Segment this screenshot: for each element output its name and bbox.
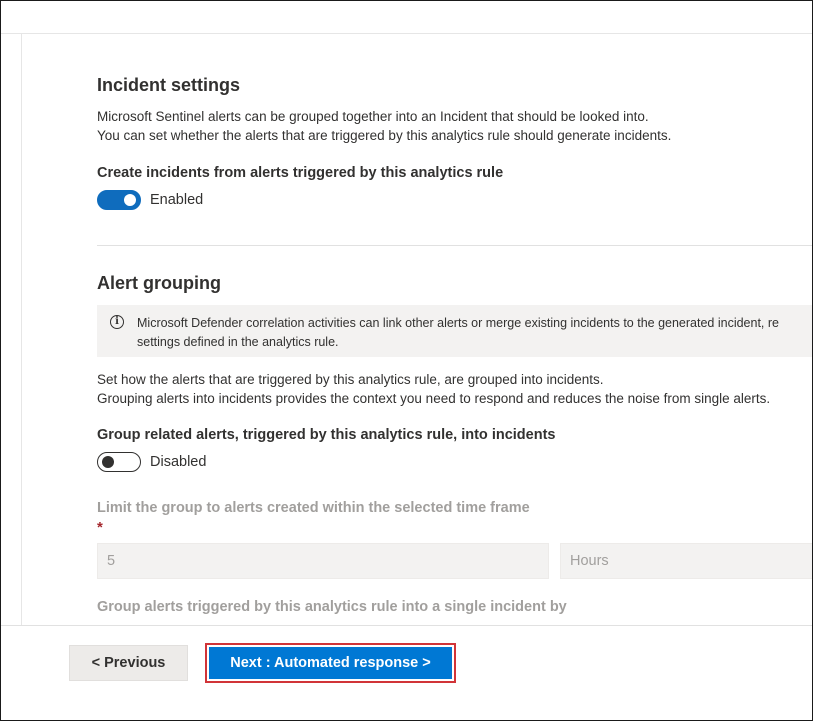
info-banner-text: Microsoft Defender correlation activitie… bbox=[137, 314, 779, 352]
info-banner-line-1: Microsoft Defender correlation activitie… bbox=[137, 316, 779, 330]
group-related-toggle-row: Disabled bbox=[97, 452, 206, 472]
wizard-footer: < Previous Next : Automated response > bbox=[1, 625, 812, 720]
alert-grouping-title: Alert grouping bbox=[97, 273, 221, 293]
group-related-state: Disabled bbox=[150, 454, 207, 470]
time-value-input[interactable]: 5 bbox=[97, 543, 549, 579]
incident-settings-title: Incident settings bbox=[97, 75, 241, 95]
nav-divider bbox=[21, 34, 22, 626]
alert-grouping-desc-2: Grouping alerts into incidents provides … bbox=[97, 391, 771, 406]
group-by-label: Group alerts triggered by this analytics… bbox=[97, 599, 567, 615]
group-related-label: Group related alerts, triggered by this … bbox=[97, 427, 556, 443]
create-incidents-toggle-row: Enabled bbox=[97, 190, 203, 210]
limit-timeframe-label: Limit the group to alerts created within… bbox=[97, 500, 530, 516]
info-banner: i Microsoft Defender correlation activit… bbox=[97, 305, 812, 357]
toggle-knob bbox=[102, 456, 114, 468]
next-button-highlight: Next : Automated response > bbox=[205, 643, 456, 683]
alert-grouping-desc-1: Set how the alerts that are triggered by… bbox=[97, 372, 604, 387]
info-icon: i bbox=[110, 315, 124, 329]
header-divider bbox=[1, 33, 812, 34]
required-marker: * bbox=[97, 519, 103, 536]
section-divider bbox=[97, 245, 812, 246]
info-banner-line-2: settings defined in the analytics rule. bbox=[137, 335, 339, 349]
next-automated-response-button[interactable]: Next : Automated response > bbox=[209, 647, 452, 679]
group-related-toggle[interactable] bbox=[97, 452, 141, 472]
toggle-knob bbox=[124, 194, 136, 206]
create-incidents-label: Create incidents from alerts triggered b… bbox=[97, 165, 504, 181]
incident-settings-desc-2: You can set whether the alerts that are … bbox=[97, 128, 672, 143]
previous-button[interactable]: < Previous bbox=[69, 645, 188, 681]
time-unit-select[interactable]: Hours bbox=[560, 543, 812, 579]
create-incidents-state: Enabled bbox=[150, 192, 204, 208]
wizard-page: Incident settings Microsoft Sentinel ale… bbox=[0, 0, 813, 721]
create-incidents-toggle[interactable] bbox=[97, 190, 141, 210]
incident-settings-desc-1: Microsoft Sentinel alerts can be grouped… bbox=[97, 109, 649, 124]
